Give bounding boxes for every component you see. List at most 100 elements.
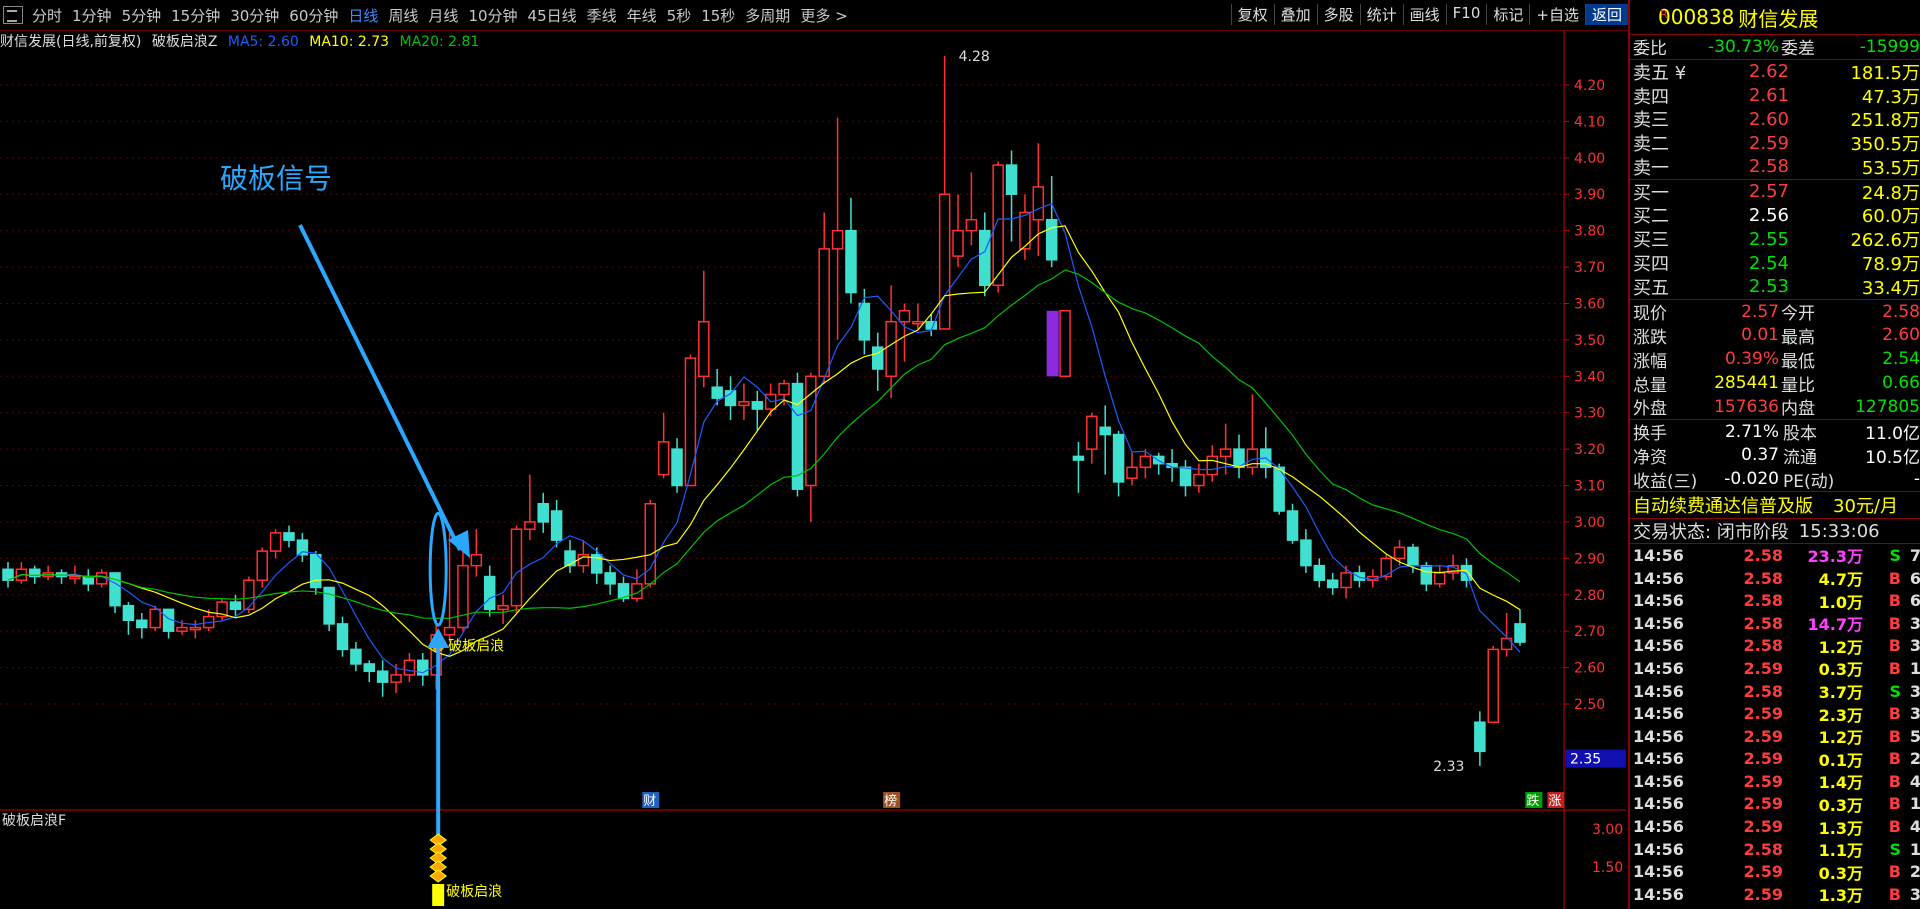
sub-signal-diamond — [429, 869, 448, 883]
toolbar-button-8[interactable]: 返回 — [1584, 4, 1628, 25]
period-tab-2[interactable]: 5分钟 — [117, 5, 167, 26]
y-tick-label: 2.50 — [1574, 697, 1605, 713]
event-tag-label: 榜 — [884, 793, 897, 809]
period-tab-12[interactable]: 年线 — [622, 5, 662, 26]
period-tab-7[interactable]: 周线 — [383, 5, 423, 26]
toolbar-button-4[interactable]: 画线 — [1402, 4, 1446, 25]
weibi-value: -30.73% — [1708, 36, 1779, 57]
tick-price: 2.59 — [1743, 658, 1783, 678]
tick-price: 2.59 — [1743, 862, 1783, 882]
candle-body — [898, 310, 911, 323]
candle-body — [604, 572, 616, 585]
tick-side: B — [1888, 862, 1901, 882]
period-tab-6[interactable]: 日线 — [343, 5, 383, 26]
period-tab-3[interactable]: 15分钟 — [166, 5, 225, 26]
menu-icon[interactable] — [3, 6, 23, 24]
period-tab-8[interactable]: 月线 — [423, 5, 463, 26]
toolbar-button-6[interactable]: 标记 — [1486, 4, 1529, 25]
toolbar-button-5[interactable]: F10 — [1445, 4, 1487, 25]
period-tab-5[interactable]: 60分钟 — [284, 5, 343, 26]
fundamental-value: 11.0亿 — [1865, 424, 1920, 445]
tick-volume: 1.1万 — [1818, 841, 1863, 861]
toolbar-button-2[interactable]: 多股 — [1316, 4, 1360, 25]
fundamental-label: 换手 — [1633, 424, 1667, 445]
toolbar-button-0[interactable]: 复权 — [1230, 4, 1274, 25]
fundamental-row: 净资 0.37 流通 10.5亿 — [1630, 444, 1920, 468]
candle-body — [363, 663, 376, 672]
trade-state-label: 交易状态: 闭市阶段 — [1633, 522, 1789, 544]
tick-side: B — [1888, 636, 1901, 656]
bid-row: 买三 2.55 262.6万 — [1630, 227, 1920, 252]
signal-block — [1046, 310, 1059, 377]
candle-body — [1032, 186, 1045, 221]
candle-body — [1393, 546, 1406, 560]
promo-banner[interactable]: 自动续费通达信普及版 30元/月 — [1630, 491, 1920, 518]
tick-row: 14:56 2.59 2.3万 B 3 — [1630, 702, 1920, 725]
tick-row: 14:56 2.58 23.3万 S 7 — [1630, 544, 1920, 567]
tick-price: 2.58 — [1743, 613, 1783, 633]
period-tab-14[interactable]: 15秒 — [696, 5, 740, 26]
candle-body — [149, 608, 161, 629]
weidiff-label: 委差 — [1781, 39, 1815, 60]
tick-price: 2.59 — [1743, 704, 1783, 724]
tick-time: 14:56 — [1633, 794, 1684, 814]
promo-price: 30元/月 — [1833, 496, 1898, 518]
candlestick-chart[interactable]: 4.20 4.10 4.00 3.90 3.80 3.70 3.60 3.50 3.40 3.30… — [0, 30, 1626, 909]
period-tab-9[interactable]: 10分钟 — [463, 5, 522, 26]
period-tab-13[interactable]: 5秒 — [662, 5, 697, 26]
candle-body — [952, 229, 964, 257]
sub-y-tick-label: 1.50 — [1592, 860, 1623, 876]
candle-body — [1340, 572, 1352, 589]
tick-time: 14:56 — [1633, 839, 1684, 859]
quote-label: 最高 — [1781, 327, 1815, 348]
candle-body — [564, 550, 576, 567]
candle-body — [229, 601, 242, 611]
candle-body — [1420, 564, 1433, 585]
candle-body — [1086, 415, 1098, 450]
tick-side: B — [1888, 817, 1901, 837]
event-tag-label: 涨 — [1548, 794, 1561, 809]
tick-count: 4 — [1909, 771, 1920, 791]
fundamental-value: - — [1913, 469, 1920, 490]
tick-count: 1 — [1909, 794, 1920, 814]
tick-time: 14:56 — [1633, 681, 1684, 701]
fundamental-label: PE(动) — [1783, 471, 1835, 492]
tick-row: 14:56 2.58 1.2万 B 3 — [1630, 635, 1920, 658]
period-tab-1[interactable]: 1分钟 — [67, 5, 117, 26]
ask-volume: 47.3万 — [1861, 86, 1920, 108]
candle-body — [845, 229, 857, 294]
ask-row: 卖五 ¥ 2.62 181.5万 — [1630, 60, 1920, 84]
quote-panel: R 000838 财信发展 委比 -30.73% 委差 -15999 卖五 ¥ 2… — [1628, 0, 1920, 909]
toolbar-button-7[interactable]: +自选 — [1529, 4, 1585, 25]
period-tab-10[interactable]: 45日线 — [523, 5, 582, 26]
y-tick-label: 4.00 — [1574, 151, 1605, 167]
candle-body — [537, 502, 549, 523]
quote-label: 涨幅 — [1633, 351, 1667, 372]
tick-row: 14:56 2.58 3.7万 S 3 — [1630, 680, 1920, 703]
tick-count: 3 — [1909, 884, 1920, 904]
candle-body — [443, 626, 456, 636]
candle-body — [1380, 557, 1392, 578]
candle-body — [831, 229, 844, 250]
ask-label: 卖三 — [1633, 110, 1669, 132]
y-tick-label: 3.10 — [1574, 479, 1605, 495]
tick-volume: 0.3万 — [1818, 863, 1863, 883]
toolbar-button-3[interactable]: 统计 — [1359, 4, 1403, 25]
period-tab-4[interactable]: 30分钟 — [225, 5, 284, 26]
candle-body — [69, 575, 81, 580]
toolbar-button-1[interactable]: 叠加 — [1273, 4, 1317, 25]
period-tab-11[interactable]: 季线 — [582, 5, 622, 26]
tick-price: 2.58 — [1743, 681, 1783, 701]
period-tab-16[interactable]: 更多 > — [795, 5, 852, 26]
candle-body — [350, 648, 362, 665]
period-tab-0[interactable]: 分时 — [27, 5, 67, 26]
y-tick-label: 4.10 — [1574, 114, 1605, 130]
tick-time: 14:56 — [1633, 591, 1684, 611]
period-tab-15[interactable]: 多周期 — [740, 5, 795, 26]
tick-side: B — [1888, 749, 1901, 769]
candle-body — [912, 320, 924, 325]
tick-price: 2.59 — [1743, 771, 1783, 791]
sub-chart-title[interactable]: 破板启浪F — [2, 810, 66, 830]
bid-label: 买一 — [1633, 182, 1669, 204]
fundamental-value: 10.5亿 — [1865, 447, 1920, 468]
